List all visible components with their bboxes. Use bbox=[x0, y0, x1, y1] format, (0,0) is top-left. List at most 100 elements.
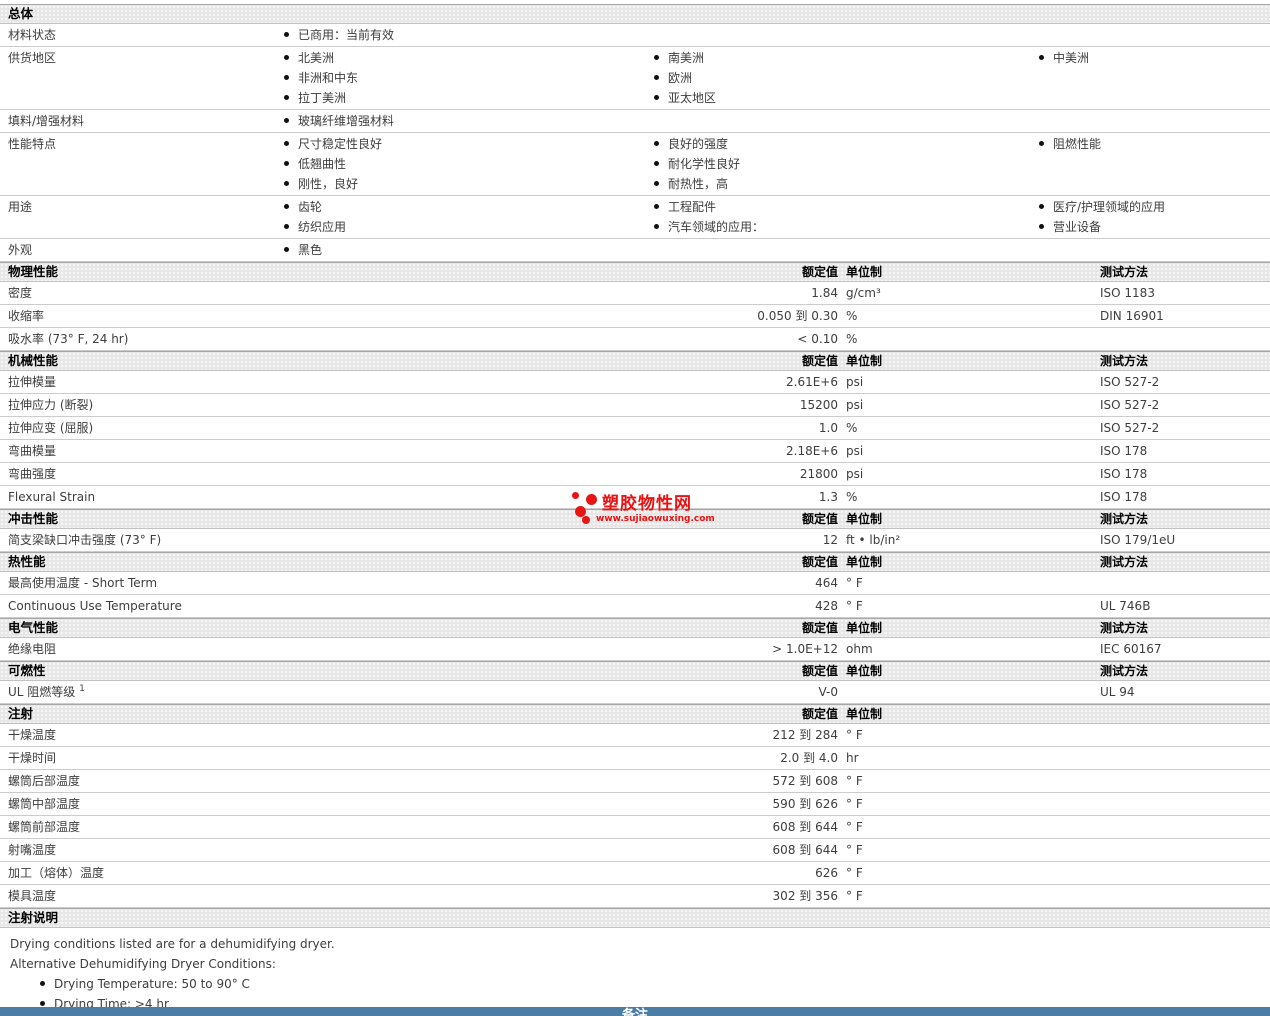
bullet-text: 欧洲 bbox=[668, 71, 692, 85]
property-value: 590 到 626 bbox=[773, 793, 838, 815]
property-value: 302 到 356 bbox=[773, 885, 838, 907]
property-label: 吸水率 (73° F, 24 hr) bbox=[8, 328, 128, 350]
property-label: 密度 bbox=[8, 282, 32, 304]
notes-bullet-text: Drying Temperature: 50 to 90° C bbox=[54, 977, 250, 991]
general-row: 供货地区 北美洲非洲和中东拉丁美洲 南美洲欧洲亚太地区 中美洲 bbox=[0, 47, 1270, 110]
column-header-value: 额定值 bbox=[802, 662, 838, 680]
logo-dot-icon bbox=[572, 492, 579, 499]
property-unit: hr bbox=[846, 747, 859, 769]
section-title: 注射 bbox=[8, 705, 33, 723]
property-unit: ft • lb/in² bbox=[846, 529, 900, 551]
property-unit: ° F bbox=[846, 572, 863, 594]
bullet-text: 黑色 bbox=[298, 243, 322, 257]
site-watermark-logo: 塑胶物性网 www.sujiaowuxing.com bbox=[566, 487, 726, 529]
bullet-item: 耐化学性良好 bbox=[654, 154, 1039, 174]
column-header-unit: 单位制 bbox=[846, 705, 882, 723]
general-row-col: 南美洲欧洲亚太地区 bbox=[654, 48, 1039, 108]
property-row: 射嘴温度 608 到 644 ° F bbox=[0, 839, 1270, 862]
general-row-col: 齿轮纺织应用 bbox=[284, 197, 654, 237]
column-header-value: 额定值 bbox=[802, 263, 838, 281]
property-row: 吸水率 (73° F, 24 hr) < 0.10 % bbox=[0, 328, 1270, 351]
property-unit: psi bbox=[846, 394, 863, 416]
bullet-item: 南美洲 bbox=[654, 48, 1039, 68]
property-test-method: ISO 527-2 bbox=[1100, 417, 1159, 439]
bullet-item: 已商用：当前有效 bbox=[284, 25, 654, 45]
general-row-col bbox=[1039, 25, 1270, 45]
bullet-item: 中美洲 bbox=[1039, 48, 1270, 68]
general-row-col: 阻燃性能 bbox=[1039, 134, 1270, 194]
bullet-icon bbox=[654, 204, 659, 209]
watermark-site-url[interactable]: www.sujiaowuxing.com bbox=[596, 514, 715, 524]
general-row-col bbox=[1039, 111, 1270, 131]
property-label: 干燥时间 bbox=[8, 747, 56, 769]
property-test-method: IEC 60167 bbox=[1100, 638, 1162, 660]
general-row: 用途 齿轮纺织应用 工程配件汽车领域的应用： 医疗/护理领域的应用营业设备 bbox=[0, 196, 1270, 239]
property-label: 加工（熔体）温度 bbox=[8, 862, 104, 884]
bullet-icon bbox=[284, 161, 289, 166]
property-value: 15200 bbox=[800, 394, 838, 416]
bullet-icon bbox=[654, 181, 659, 186]
general-row-label: 供货地区 bbox=[0, 48, 284, 108]
general-row-label: 性能特点 bbox=[0, 134, 284, 194]
property-value: V-0 bbox=[819, 681, 838, 703]
bullet-item: 刚性，良好 bbox=[284, 174, 654, 194]
section-header: 电气性能 额定值 单位制 测试方法 bbox=[0, 618, 1270, 638]
bullet-icon bbox=[284, 224, 289, 229]
bullet-icon bbox=[1039, 204, 1044, 209]
bullet-item: 北美洲 bbox=[284, 48, 654, 68]
property-row: 干燥时间 2.0 到 4.0 hr bbox=[0, 747, 1270, 770]
property-row: 绝缘电阻 > 1.0E+12 ohm IEC 60167 bbox=[0, 638, 1270, 661]
property-section: 热性能 额定值 单位制 测试方法 最高使用温度 - Short Term 464… bbox=[0, 552, 1270, 618]
column-header-unit: 单位制 bbox=[846, 352, 882, 370]
column-header-value: 额定值 bbox=[802, 705, 838, 723]
general-row-col: 尺寸稳定性良好低翘曲性刚性，良好 bbox=[284, 134, 654, 194]
property-row: 模具温度 302 到 356 ° F bbox=[0, 885, 1270, 908]
property-row: Continuous Use Temperature 428 ° F UL 74… bbox=[0, 595, 1270, 618]
bullet-icon bbox=[654, 141, 659, 146]
property-label: 拉伸应变 (屈服) bbox=[8, 417, 93, 439]
bullet-text: 汽车领域的应用： bbox=[668, 220, 764, 234]
property-value: 212 到 284 bbox=[773, 724, 838, 746]
property-unit: ohm bbox=[846, 638, 873, 660]
property-value: 572 到 608 bbox=[773, 770, 838, 792]
section-header-general: 总体 bbox=[0, 4, 1270, 24]
property-value: 608 到 644 bbox=[773, 839, 838, 861]
bullet-text: 刚性，良好 bbox=[298, 177, 358, 191]
property-value: 1.0 bbox=[819, 417, 838, 439]
bullet-icon bbox=[654, 224, 659, 229]
property-unit: psi bbox=[846, 463, 863, 485]
notes-line: Alternative Dehumidifying Dryer Conditio… bbox=[10, 954, 1270, 974]
property-unit: ° F bbox=[846, 595, 863, 617]
footnote-superscript: 1 bbox=[79, 684, 85, 694]
property-label: 最高使用温度 - Short Term bbox=[8, 572, 157, 594]
bullet-item: 拉丁美洲 bbox=[284, 88, 654, 108]
property-unit: ° F bbox=[846, 885, 863, 907]
bullet-item: 耐热性，高 bbox=[654, 174, 1039, 194]
property-row: 螺筒后部温度 572 到 608 ° F bbox=[0, 770, 1270, 793]
property-label: 模具温度 bbox=[8, 885, 56, 907]
section-header: 机械性能 额定值 单位制 测试方法 bbox=[0, 351, 1270, 371]
section-header: 热性能 额定值 单位制 测试方法 bbox=[0, 552, 1270, 572]
bullet-icon bbox=[284, 141, 289, 146]
property-unit: ° F bbox=[846, 793, 863, 815]
bullet-item: 玻璃纤维增强材料 bbox=[284, 111, 654, 131]
bullet-item: 齿轮 bbox=[284, 197, 654, 217]
logo-dot-icon bbox=[586, 494, 597, 505]
property-section: 注射 额定值 单位制 干燥温度 212 到 284 ° F 干燥时间 2.0 到… bbox=[0, 704, 1270, 908]
property-row: 干燥温度 212 到 284 ° F bbox=[0, 724, 1270, 747]
general-row-col: 医疗/护理领域的应用营业设备 bbox=[1039, 197, 1270, 237]
property-unit: psi bbox=[846, 440, 863, 462]
section-title: 冲击性能 bbox=[8, 510, 58, 528]
column-header-unit: 单位制 bbox=[846, 553, 882, 571]
bullet-text: 已商用：当前有效 bbox=[298, 28, 394, 42]
general-row-label: 外观 bbox=[0, 240, 284, 260]
property-row: 拉伸应力 (断裂) 15200 psi ISO 527-2 bbox=[0, 394, 1270, 417]
column-header-value: 额定值 bbox=[802, 510, 838, 528]
bullet-item: 非洲和中东 bbox=[284, 68, 654, 88]
section-header-notes: 注射说明 bbox=[0, 908, 1270, 928]
bullet-text: 尺寸稳定性良好 bbox=[298, 137, 382, 151]
bullet-text: 北美洲 bbox=[298, 51, 334, 65]
property-row: 弯曲模量 2.18E+6 psi ISO 178 bbox=[0, 440, 1270, 463]
property-value: 464 bbox=[815, 572, 838, 594]
general-row-label: 材料状态 bbox=[0, 25, 284, 45]
